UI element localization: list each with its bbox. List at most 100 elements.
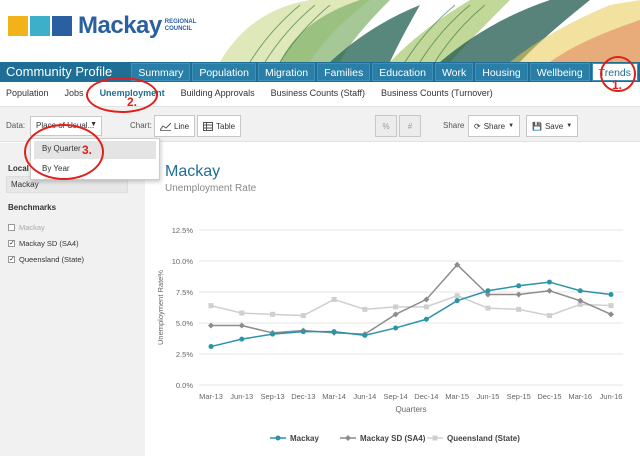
data-point [270, 331, 276, 337]
data-point [300, 329, 306, 335]
table-icon [203, 121, 213, 131]
data-point [454, 298, 460, 304]
x-tick-label: Sep-14 [384, 392, 408, 401]
checkbox-checked-icon: ✓ [8, 240, 15, 247]
y-tick-label: 12.5% [172, 226, 194, 235]
data-point [454, 293, 460, 299]
x-tick-label: Sep-13 [260, 392, 284, 401]
chart-label: Chart: [130, 121, 152, 130]
chevron-down-icon: ▼ [566, 123, 573, 129]
legend-label: Mackay SD (SA4) [360, 434, 426, 443]
number-button[interactable]: # [399, 115, 421, 137]
y-tick-label: 2.5% [176, 350, 193, 359]
data-point [485, 305, 491, 311]
data-point [423, 316, 429, 322]
tab-housing[interactable]: Housing [475, 63, 528, 81]
data-point [577, 288, 583, 294]
data-point [208, 344, 214, 350]
line-chart-icon [160, 122, 171, 131]
data-point [485, 288, 491, 294]
unemployment-line-chart: 0.0% 2.5% 5.0% 7.5% 10.0% 12.5% Mar-13 Jun-13 Se… [156, 226, 623, 443]
nav-tabs: Summary Population Migration Families Ed… [129, 63, 638, 81]
data-point [608, 311, 614, 318]
site-header: Mackay REGIONAL COUNCIL [0, 0, 640, 62]
tab-migration[interactable]: Migration [257, 63, 316, 81]
save-button[interactable]: 💾 Save ▼ [526, 115, 579, 137]
mackay-logo[interactable]: Mackay REGIONAL COUNCIL [8, 12, 196, 40]
line-chart-button[interactable]: Line [154, 115, 196, 137]
x-axis-label: Quarters [395, 405, 426, 414]
y-tick-label: 0.0% [176, 381, 193, 390]
data-point [423, 304, 429, 310]
data-point [516, 306, 522, 312]
data-point [362, 306, 368, 312]
x-tick-label: Mar-13 [199, 392, 223, 401]
subnav-jobs[interactable]: Jobs [65, 88, 84, 98]
chevron-down-icon: ▼ [90, 121, 97, 128]
subnav-building-approvals[interactable]: Building Approvals [181, 88, 255, 98]
annotation-number-1: 1. [612, 78, 623, 92]
y-tick-label: 7.5% [176, 288, 193, 297]
data-point [239, 336, 245, 342]
benchmark-mackay[interactable]: Mackay [8, 223, 45, 232]
annotation-number-2: 2. [127, 95, 138, 109]
x-tick-label: Jun-13 [230, 392, 253, 401]
sidebar: Local C Mackay Benchmarks Mackay ✓ Macka… [0, 143, 145, 456]
x-tick-label: Dec-13 [291, 392, 315, 401]
x-tick-label: Dec-14 [414, 392, 438, 401]
legend-marker [432, 435, 438, 441]
data-point [331, 296, 337, 302]
tab-education[interactable]: Education [372, 63, 433, 81]
data-point [208, 303, 214, 309]
data-point [393, 304, 399, 310]
x-tick-label: Mar-15 [445, 392, 469, 401]
logo-text: Mackay [78, 12, 162, 39]
subnav-population[interactable]: Population [6, 88, 49, 98]
subnav-business-counts-staff[interactable]: Business Counts (Staff) [271, 88, 365, 98]
data-point [300, 313, 306, 319]
data-point [546, 313, 552, 319]
floppy-disk-icon: 💾 [532, 121, 542, 131]
table-button[interactable]: Table [197, 115, 242, 137]
data-point [608, 303, 614, 309]
checkbox-icon [8, 224, 15, 231]
line-button-label: Line [174, 121, 190, 131]
chart-panel: Mackay Unemployment Rate 0.0% 2.5% 5.0% 7.5… [145, 143, 640, 456]
tab-wellbeing[interactable]: Wellbeing [529, 63, 590, 81]
data-point [546, 279, 552, 285]
data-point [362, 332, 368, 338]
data-label: Data: [6, 121, 26, 130]
data-point [270, 311, 276, 317]
x-tick-label: Jun-14 [353, 392, 376, 401]
share-label: Share [443, 121, 465, 130]
tab-summary[interactable]: Summary [131, 63, 191, 81]
legend-marker [345, 435, 351, 441]
nav-title: Community Profile [6, 64, 113, 79]
percent-button[interactable]: % [375, 115, 397, 137]
checkbox-checked-icon: ✓ [8, 256, 15, 263]
x-tick-label: Mar-16 [568, 392, 592, 401]
logo-subtext: REGIONAL COUNCIL [164, 19, 197, 32]
data-point [516, 283, 522, 289]
x-tick-label: Sep-15 [507, 392, 531, 401]
share-button[interactable]: ⟳ Share ▼ [468, 115, 521, 137]
tab-population[interactable]: Population [192, 63, 256, 81]
y-axis-label: Unemployment Rate% [156, 270, 165, 345]
y-tick-label: 5.0% [176, 319, 193, 328]
chevron-down-icon: ▼ [508, 123, 515, 129]
logo-mark-icon [8, 16, 72, 36]
data-point [393, 325, 399, 331]
annotation-circle-unemployment [86, 77, 158, 113]
data-point [608, 291, 614, 297]
tab-families[interactable]: Families [317, 63, 371, 81]
x-tick-label: Dec-15 [537, 392, 561, 401]
x-tick-label: Jun-15 [476, 392, 499, 401]
benchmark-queensland[interactable]: ✓ Queensland (State) [8, 255, 84, 264]
benchmark-mackay-sd[interactable]: ✓ Mackay SD (SA4) [8, 239, 79, 248]
y-tick-label: 10.0% [172, 257, 194, 266]
benchmarks-heading: Benchmarks [8, 203, 57, 212]
legend-label: Queensland (State) [447, 434, 520, 443]
share-icon: ⟳ [474, 121, 481, 131]
tab-work[interactable]: Work [434, 63, 474, 81]
subnav-business-counts-turnover[interactable]: Business Counts (Turnover) [381, 88, 493, 98]
